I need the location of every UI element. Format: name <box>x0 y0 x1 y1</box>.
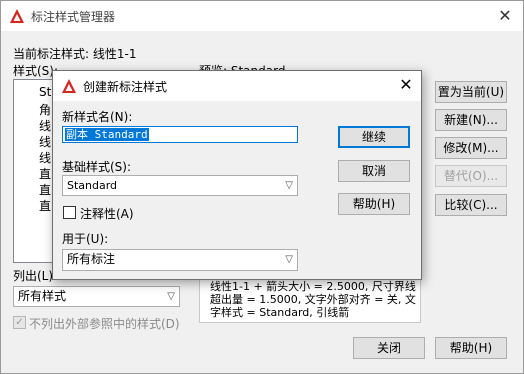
help-button[interactable]: 帮助(H) <box>435 337 507 359</box>
base-style-label: 基础样式(S): <box>62 160 132 174</box>
close-icon[interactable]: ✕ <box>396 75 416 95</box>
list-item[interactable]: 线 <box>39 149 51 166</box>
exclude-xref-checkbox[interactable]: ✓ <box>13 316 26 329</box>
new-button[interactable]: 新建(N)... <box>435 109 507 131</box>
dialog-title: 创建新标注样式 <box>83 80 168 94</box>
autocad-logo-icon <box>62 79 76 93</box>
chevron-down-icon: ▽ <box>285 180 293 191</box>
list-item[interactable]: 线 <box>39 133 51 150</box>
chevron-down-icon: ▽ <box>285 254 293 265</box>
list-item[interactable]: 直 <box>39 181 51 198</box>
modify-button[interactable]: 修改(M)... <box>435 137 507 159</box>
compare-button[interactable]: 比较(C)... <box>435 194 507 216</box>
autocad-logo-icon <box>10 9 24 23</box>
base-style-select[interactable]: Standard ▽ <box>62 175 298 196</box>
list-label: 列出(L): <box>13 269 58 283</box>
base-style-value: Standard <box>67 179 118 192</box>
new-style-name-input[interactable]: 副本 Standard <box>62 126 298 143</box>
title-bar: 标注样式管理器 ✕ <box>1 1 523 31</box>
override-button[interactable]: 替代(O)... <box>435 165 507 187</box>
set-current-button[interactable]: 置为当前(U) <box>435 81 507 103</box>
chevron-down-icon: ▽ <box>167 291 175 302</box>
list-filter-select[interactable]: 所有样式 ▽ <box>13 286 180 307</box>
close-button[interactable]: 关闭 <box>353 337 425 359</box>
dialog-title-bar: 创建新标注样式 ✕ <box>53 71 421 101</box>
list-item[interactable]: 直 <box>39 165 51 182</box>
list-filter-value: 所有样式 <box>18 289 67 303</box>
help-button[interactable]: 帮助(H) <box>338 193 410 215</box>
exclude-xref-label: 不列出外部参照中的样式(D) <box>29 317 180 331</box>
list-item[interactable]: 线 <box>39 117 51 134</box>
create-new-dimension-style-dialog: 创建新标注样式 ✕ 新样式名(N): 副本 Standard 基础样式(S): … <box>52 70 422 280</box>
cancel-button[interactable]: 取消 <box>338 160 410 182</box>
use-for-value: 所有标注 <box>67 252 116 266</box>
new-name-label: 新样式名(N): <box>62 110 133 124</box>
use-for-select[interactable]: 所有标注 ▽ <box>62 249 298 271</box>
style-description: 线性1-1 + 箭头大小 = 2.5000, 尺寸界线超出量 = 1.5000,… <box>210 280 416 319</box>
list-item[interactable]: 直 <box>39 197 51 214</box>
use-for-label: 用于(U): <box>62 232 109 246</box>
annotative-label: 注释性(A) <box>80 207 134 221</box>
continue-button[interactable]: 继续 <box>338 126 410 148</box>
new-style-name-value: 副本 Standard <box>65 128 149 141</box>
list-item[interactable]: 角 <box>39 101 51 118</box>
current-style-label: 当前标注样式: 线性1-1 <box>13 47 137 61</box>
window-title: 标注样式管理器 <box>31 10 116 24</box>
close-icon[interactable]: ✕ <box>495 6 515 26</box>
list-item[interactable]: St <box>39 85 51 99</box>
annotative-checkbox[interactable] <box>63 206 76 219</box>
